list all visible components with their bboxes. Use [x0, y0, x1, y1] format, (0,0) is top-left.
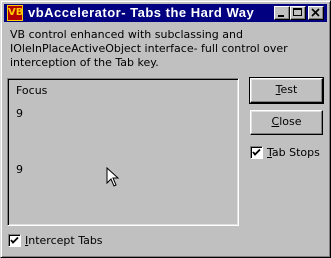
main-window: VB vbAccelerator- Tabs the Hard Way VB c…	[0, 0, 331, 258]
description-line: IOleInPlaceActiveObject interface- full …	[10, 42, 288, 55]
close-icon[interactable]	[308, 6, 324, 20]
intercept-tabs-checkbox-box[interactable]	[8, 234, 21, 247]
vb-icon[interactable]: VB	[7, 5, 23, 21]
tab-stops-label: ab Stops	[271, 146, 320, 159]
window-title: vbAccelerator- Tabs the Hard Way	[28, 5, 255, 20]
intercept-tabs-checkbox[interactable]: Intercept Tabs	[8, 234, 103, 247]
intercept-tabs-label: ntercept Tabs	[28, 234, 103, 247]
test-button[interactable]: Test	[249, 77, 324, 104]
checkmark-icon	[10, 236, 19, 244]
minimize-icon[interactable]	[274, 6, 290, 20]
maximize-icon[interactable]	[290, 6, 306, 20]
tab-stops-checkbox[interactable]: Tab Stops	[250, 146, 320, 159]
checkmark-icon	[252, 148, 261, 156]
focus-panel[interactable]: Focus 9 9	[7, 78, 239, 226]
focus-label: Focus	[16, 84, 48, 97]
title-bar[interactable]: VB vbAccelerator- Tabs the Hard Way	[4, 4, 327, 22]
description-text: VB control enhanced with subclassing and…	[10, 28, 325, 70]
mouse-pointer-icon	[106, 167, 120, 187]
tab-stops-checkbox-box[interactable]	[250, 146, 263, 159]
test-button-label: est	[280, 83, 298, 96]
focus-value: 9	[16, 107, 23, 120]
close-button-label: lose	[279, 115, 302, 128]
close-button[interactable]: Close	[250, 110, 323, 135]
description-line: interception of the Tab key.	[10, 56, 159, 69]
focus-value: 9	[16, 163, 23, 176]
description-line: VB control enhanced with subclassing and	[10, 28, 243, 41]
